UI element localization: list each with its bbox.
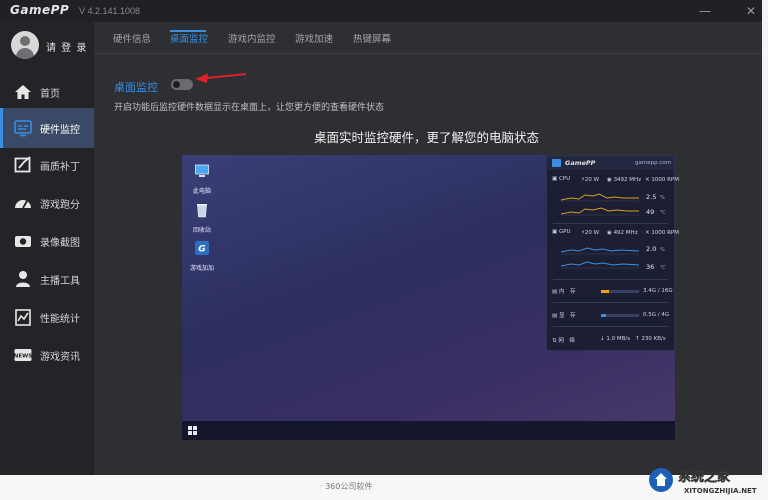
- sidebar-item-label: 性能统计: [40, 314, 80, 325]
- sidebar-item-label: 游戏资讯: [40, 352, 80, 363]
- network-up: 230 KB/s: [641, 336, 666, 342]
- gpu-usage-unit: %: [660, 247, 665, 253]
- login-label[interactable]: 请 登 录: [46, 39, 87, 54]
- windows-start-icon: [188, 426, 197, 435]
- svg-text:G: G: [198, 245, 205, 255]
- sidebar-item-label: 主播工具: [40, 276, 80, 287]
- gamepp-badge-icon: [552, 159, 561, 167]
- cpu-usage-unit: %: [660, 195, 665, 201]
- sidebar-item-label: 游戏跑分: [40, 200, 80, 211]
- tab-desktop-monitor[interactable]: 桌面监控: [170, 31, 208, 45]
- desktop-icon-label: 此电脑: [192, 188, 211, 195]
- desktop-icon-computer: 此电脑: [182, 163, 222, 195]
- cpu-clock: 3492 MHz: [613, 177, 642, 183]
- gamepp-icon: G: [195, 241, 209, 255]
- tab-game-boost[interactable]: 游戏加速: [295, 31, 333, 45]
- gpu-usage: 2.0: [646, 245, 657, 253]
- sidebar-item-hardware-monitor[interactable]: 硬件监控: [0, 108, 94, 148]
- sidebar-item-label: 录像截图: [40, 238, 80, 249]
- tab-hotkey-screen[interactable]: 热键屏幕: [353, 31, 391, 45]
- image-patch-icon: [14, 156, 31, 173]
- vram-value: 0.5G / 4G: [643, 312, 670, 318]
- overlay-header: GamePP gamepp.com: [547, 156, 674, 170]
- sidebar-item-label: 硬件监控: [40, 125, 80, 136]
- sidebar-item-recording[interactable]: 录像截图: [0, 222, 94, 260]
- title-bar: GamePP V 4.2.141.1008 — ✕: [0, 0, 762, 22]
- overlay-site: gamepp.com: [635, 160, 672, 166]
- gpu-temp: 36: [646, 263, 655, 271]
- desktop-icon-gamepp: G 游戏加加: [182, 240, 222, 272]
- gamepp-window: GamePP V 4.2.141.1008 — ✕ 请 登 录 首页 硬件监控: [0, 0, 762, 475]
- background-page-text: · 360公司软件: [320, 482, 373, 491]
- preview-taskbar: [182, 421, 675, 440]
- speedometer-icon: [15, 200, 31, 209]
- stats-icon: [15, 309, 31, 326]
- news-icon: NEWS: [14, 349, 32, 361]
- sidebar-item-label: 首页: [40, 89, 60, 100]
- overlay-logo: GamePP: [565, 159, 596, 167]
- desktop-icon-recycle-bin: 回收站: [182, 202, 222, 234]
- desktop-icon-label: 回收站: [192, 227, 211, 234]
- active-tab-indicator: [170, 30, 206, 32]
- memory-label: 内 存: [558, 289, 576, 295]
- section-title: 桌面监控: [114, 81, 158, 94]
- streamer-icon: [16, 271, 30, 287]
- user-login[interactable]: 请 登 录: [0, 22, 94, 70]
- home-icon: [15, 85, 31, 99]
- gpu-fan: 1000 RPM: [651, 230, 679, 236]
- watermark-logo-icon: [649, 468, 673, 492]
- sidebar-item-game-news[interactable]: NEWS 游戏资讯: [0, 336, 94, 374]
- computer-icon: [195, 164, 209, 177]
- background-edge: [762, 0, 768, 500]
- avatar-icon[interactable]: [11, 31, 39, 59]
- memory-bar-fill: [601, 290, 609, 293]
- network-label: 网 络: [558, 338, 575, 344]
- preview-headline: 桌面实时监控硬件，更了解您的电脑状态: [314, 130, 540, 145]
- tab-bar: 硬件信息 桌面监控 游戏内监控 游戏加速 热键屏幕: [94, 22, 762, 54]
- gpu-clock: 492 MHz: [613, 230, 638, 236]
- gpu-power: 20 W: [584, 230, 600, 236]
- section-description: 开启功能后监控硬件数据显示在桌面上，让您更方便的查看硬件状态: [114, 103, 385, 113]
- minimize-button[interactable]: —: [697, 3, 713, 19]
- watermark-url: XITONGZHIJIA.NET: [684, 487, 757, 495]
- close-button[interactable]: ✕: [743, 3, 759, 19]
- sidebar-item-label: 画质补丁: [40, 162, 80, 173]
- tab-hardware-info[interactable]: 硬件信息: [113, 31, 151, 45]
- monitor-overlay-panel: GamePP gamepp.com ▣ CPU ⚡20 W ◉ 3492 MHz…: [546, 155, 679, 351]
- hardware-monitor-icon: [14, 120, 32, 137]
- app-version: V 4.2.141.1008: [79, 6, 141, 16]
- desktop-monitor-toggle[interactable]: [171, 79, 193, 90]
- cpu-temp: 49: [646, 208, 655, 216]
- cpu-label: CPU: [558, 176, 571, 182]
- gpu-graphs: [561, 247, 640, 269]
- cpu-power: 20 W: [584, 177, 600, 183]
- sidebar-item-benchmark[interactable]: 游戏跑分: [0, 184, 94, 222]
- vram-bar-fill: [601, 314, 606, 317]
- sidebar-item-performance-stats[interactable]: 性能统计: [0, 298, 94, 336]
- cpu-temp-unit: ℃: [660, 210, 666, 216]
- sidebar-item-image-patch[interactable]: 画质补丁: [0, 146, 94, 184]
- app-logo: GamePP: [10, 3, 70, 17]
- watermark: 系统之家 XITONGZHIJIA.NET: [648, 465, 766, 499]
- sidebar: 请 登 录 首页 硬件监控 画质补丁 游戏跑分 录像截图 主播工具 性能统计 N…: [0, 22, 94, 475]
- gpu-label: GPU: [558, 229, 571, 235]
- sidebar-item-home[interactable]: 首页: [0, 73, 94, 111]
- desktop-icon-label: 游戏加加: [189, 265, 214, 272]
- memory-bar: [601, 290, 639, 293]
- watermark-title: 系统之家: [678, 470, 731, 486]
- sidebar-item-streamer-tools[interactable]: 主播工具: [0, 260, 94, 298]
- cpu-usage: 2.5: [646, 193, 657, 201]
- vram-label: 显 存: [558, 313, 576, 319]
- cpu-graphs: [561, 193, 639, 216]
- arrow-annotation: [195, 73, 247, 83]
- svg-text:NEWS: NEWS: [14, 354, 32, 360]
- network-down: 1.0 MB/s: [606, 336, 631, 342]
- tab-ingame-monitor[interactable]: 游戏内监控: [228, 31, 276, 45]
- vram-bar: [601, 314, 639, 317]
- camera-icon: [15, 236, 31, 247]
- memory-value: 3.4G / 16G: [643, 288, 673, 294]
- recycle-bin-icon: [197, 204, 207, 218]
- gpu-temp-unit: ℃: [660, 265, 666, 271]
- cpu-fan: 1000 RPM: [651, 177, 679, 183]
